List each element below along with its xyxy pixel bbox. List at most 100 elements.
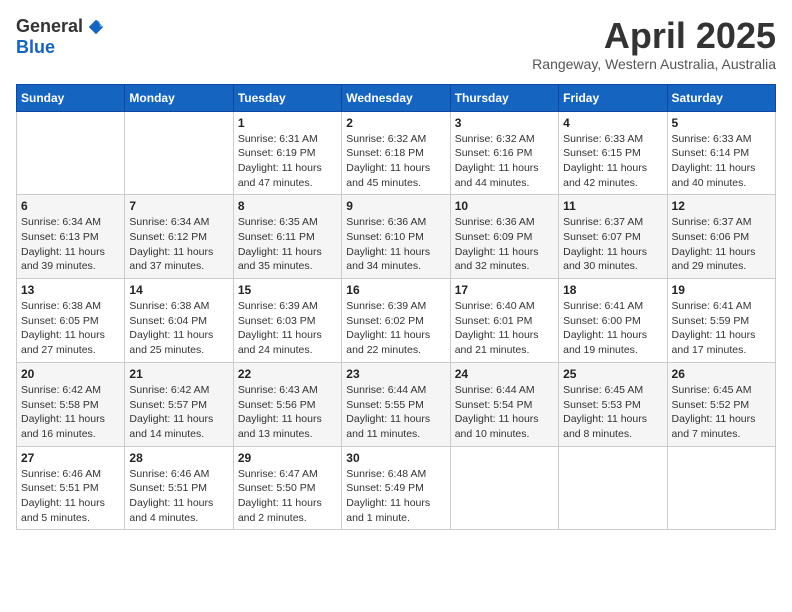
day-info: Sunrise: 6:37 AM Sunset: 6:06 PM Dayligh… — [672, 215, 771, 274]
day-info: Sunrise: 6:32 AM Sunset: 6:16 PM Dayligh… — [455, 132, 554, 191]
day-number: 27 — [21, 451, 120, 465]
header-saturday: Saturday — [667, 84, 775, 111]
day-info: Sunrise: 6:39 AM Sunset: 6:02 PM Dayligh… — [346, 299, 445, 358]
header-tuesday: Tuesday — [233, 84, 341, 111]
table-row: 2 Sunrise: 6:32 AM Sunset: 6:18 PM Daylig… — [342, 111, 450, 195]
day-info: Sunrise: 6:34 AM Sunset: 6:12 PM Dayligh… — [129, 215, 228, 274]
table-row: 1 Sunrise: 6:31 AM Sunset: 6:19 PM Daylig… — [233, 111, 341, 195]
day-number: 20 — [21, 367, 120, 381]
table-row — [450, 446, 558, 530]
day-info: Sunrise: 6:33 AM Sunset: 6:15 PM Dayligh… — [563, 132, 662, 191]
day-number: 16 — [346, 283, 445, 297]
day-info: Sunrise: 6:40 AM Sunset: 6:01 PM Dayligh… — [455, 299, 554, 358]
table-row: 14 Sunrise: 6:38 AM Sunset: 6:04 PM Dayli… — [125, 279, 233, 363]
day-number: 19 — [672, 283, 771, 297]
day-info: Sunrise: 6:39 AM Sunset: 6:03 PM Dayligh… — [238, 299, 337, 358]
day-info: Sunrise: 6:38 AM Sunset: 6:04 PM Dayligh… — [129, 299, 228, 358]
table-row: 26Sunrise: 6:45 AM Sunset: 5:52 PM Dayli… — [667, 362, 775, 446]
calendar-week-row: 20 Sunrise: 6:42 AM Sunset: 5:58 PM Dayli… — [17, 362, 776, 446]
logo-icon — [87, 18, 105, 36]
day-info: Sunrise: 6:34 AM Sunset: 6:13 PM Dayligh… — [21, 215, 120, 274]
table-row: 21 Sunrise: 6:42 AM Sunset: 5:57 PM Dayli… — [125, 362, 233, 446]
table-row: 11 Sunrise: 6:37 AM Sunset: 6:07 PM Dayli… — [559, 195, 667, 279]
table-row: 10 Sunrise: 6:36 AM Sunset: 6:09 PM Dayli… — [450, 195, 558, 279]
day-number: 25 — [563, 367, 662, 381]
day-info: Sunrise: 6:46 AM Sunset: 5:51 PM Dayligh… — [129, 467, 228, 526]
logo-blue: Blue — [16, 37, 55, 58]
table-row: 29Sunrise: 6:47 AM Sunset: 5:50 PM Dayli… — [233, 446, 341, 530]
header-monday: Monday — [125, 84, 233, 111]
day-info: Sunrise: 6:42 AM Sunset: 5:57 PM Dayligh… — [129, 383, 228, 442]
day-info: Sunrise: 6:36 AM Sunset: 6:10 PM Dayligh… — [346, 215, 445, 274]
day-number: 18 — [563, 283, 662, 297]
logo-general: General — [16, 16, 83, 37]
table-row: 13Sunrise: 6:38 AM Sunset: 6:05 PM Dayli… — [17, 279, 125, 363]
header-friday: Friday — [559, 84, 667, 111]
title-section: April 2025 Rangeway, Western Australia, … — [532, 16, 776, 72]
day-info: Sunrise: 6:41 AM Sunset: 5:59 PM Dayligh… — [672, 299, 771, 358]
day-info: Sunrise: 6:48 AM Sunset: 5:49 PM Dayligh… — [346, 467, 445, 526]
day-info: Sunrise: 6:42 AM Sunset: 5:58 PM Dayligh… — [21, 383, 120, 442]
day-number: 9 — [346, 199, 445, 213]
day-info: Sunrise: 6:33 AM Sunset: 6:14 PM Dayligh… — [672, 132, 771, 191]
day-number: 11 — [563, 199, 662, 213]
day-number: 14 — [129, 283, 228, 297]
calendar-week-row: 13Sunrise: 6:38 AM Sunset: 6:05 PM Dayli… — [17, 279, 776, 363]
logo: General Blue — [16, 16, 105, 58]
table-row: 5 Sunrise: 6:33 AM Sunset: 6:14 PM Daylig… — [667, 111, 775, 195]
header-thursday: Thursday — [450, 84, 558, 111]
day-number: 21 — [129, 367, 228, 381]
day-number: 2 — [346, 116, 445, 130]
day-info: Sunrise: 6:44 AM Sunset: 5:55 PM Dayligh… — [346, 383, 445, 442]
subtitle: Rangeway, Western Australia, Australia — [532, 56, 776, 72]
day-info: Sunrise: 6:35 AM Sunset: 6:11 PM Dayligh… — [238, 215, 337, 274]
day-info: Sunrise: 6:43 AM Sunset: 5:56 PM Dayligh… — [238, 383, 337, 442]
table-row — [125, 111, 233, 195]
calendar-week-row: 6Sunrise: 6:34 AM Sunset: 6:13 PM Daylig… — [17, 195, 776, 279]
calendar: Sunday Monday Tuesday Wednesday Thursday… — [16, 84, 776, 531]
table-row: 12 Sunrise: 6:37 AM Sunset: 6:06 PM Dayli… — [667, 195, 775, 279]
day-info: Sunrise: 6:37 AM Sunset: 6:07 PM Dayligh… — [563, 215, 662, 274]
day-number: 7 — [129, 199, 228, 213]
table-row: 7 Sunrise: 6:34 AM Sunset: 6:12 PM Daylig… — [125, 195, 233, 279]
day-number: 26 — [672, 367, 771, 381]
day-number: 24 — [455, 367, 554, 381]
table-row: 3 Sunrise: 6:32 AM Sunset: 6:16 PM Daylig… — [450, 111, 558, 195]
calendar-header-row: Sunday Monday Tuesday Wednesday Thursday… — [17, 84, 776, 111]
day-number: 5 — [672, 116, 771, 130]
table-row: 9 Sunrise: 6:36 AM Sunset: 6:10 PM Daylig… — [342, 195, 450, 279]
day-info: Sunrise: 6:31 AM Sunset: 6:19 PM Dayligh… — [238, 132, 337, 191]
day-info: Sunrise: 6:36 AM Sunset: 6:09 PM Dayligh… — [455, 215, 554, 274]
table-row: 22 Sunrise: 6:43 AM Sunset: 5:56 PM Dayli… — [233, 362, 341, 446]
table-row: 19 Sunrise: 6:41 AM Sunset: 5:59 PM Dayli… — [667, 279, 775, 363]
day-number: 28 — [129, 451, 228, 465]
table-row: 23 Sunrise: 6:44 AM Sunset: 5:55 PM Dayli… — [342, 362, 450, 446]
day-number: 3 — [455, 116, 554, 130]
table-row: 6Sunrise: 6:34 AM Sunset: 6:13 PM Daylig… — [17, 195, 125, 279]
table-row: 17 Sunrise: 6:40 AM Sunset: 6:01 PM Dayli… — [450, 279, 558, 363]
day-info: Sunrise: 6:45 AM Sunset: 5:53 PM Dayligh… — [563, 383, 662, 442]
day-info: Sunrise: 6:44 AM Sunset: 5:54 PM Dayligh… — [455, 383, 554, 442]
calendar-week-row: 27 Sunrise: 6:46 AM Sunset: 5:51 PM Dayli… — [17, 446, 776, 530]
day-number: 17 — [455, 283, 554, 297]
day-number: 1 — [238, 116, 337, 130]
day-info: Sunrise: 6:32 AM Sunset: 6:18 PM Dayligh… — [346, 132, 445, 191]
day-number: 23 — [346, 367, 445, 381]
table-row: 25 Sunrise: 6:45 AM Sunset: 5:53 PM Dayli… — [559, 362, 667, 446]
day-number: 4 — [563, 116, 662, 130]
day-number: 8 — [238, 199, 337, 213]
day-info: Sunrise: 6:47 AM Sunset: 5:50 PM Dayligh… — [238, 467, 337, 526]
table-row: 16 Sunrise: 6:39 AM Sunset: 6:02 PM Dayli… — [342, 279, 450, 363]
table-row: 27Sunrise: 6:46 AM Sunset: 5:51 PM Dayli… — [17, 446, 125, 530]
table-row: 8 Sunrise: 6:35 AM Sunset: 6:11 PM Daylig… — [233, 195, 341, 279]
day-number: 15 — [238, 283, 337, 297]
header-sunday: Sunday — [17, 84, 125, 111]
day-number: 13 — [21, 283, 120, 297]
calendar-week-row: 1 Sunrise: 6:31 AM Sunset: 6:19 PM Daylig… — [17, 111, 776, 195]
day-number: 10 — [455, 199, 554, 213]
table-row — [667, 446, 775, 530]
table-row: 20 Sunrise: 6:42 AM Sunset: 5:58 PM Dayli… — [17, 362, 125, 446]
day-number: 12 — [672, 199, 771, 213]
table-row: 4 Sunrise: 6:33 AM Sunset: 6:15 PM Daylig… — [559, 111, 667, 195]
day-number: 22 — [238, 367, 337, 381]
